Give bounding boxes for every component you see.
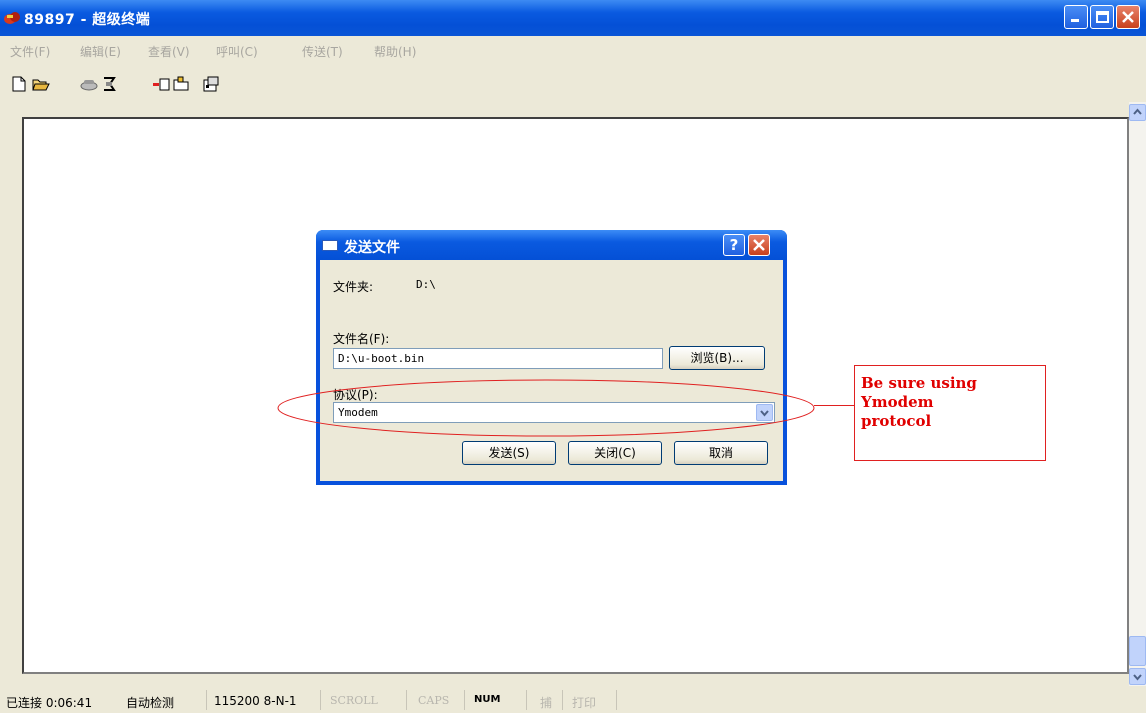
dialog-body: 文件夹: D:\ 文件名(F): D:\u-boot.bin 浏览(B)... … (320, 260, 783, 481)
status-bar: 已连接 0:06:41 自动检测 115200 8-N-1 SCROLL CAP… (0, 686, 1146, 713)
detect-status: 自动检测 (126, 696, 175, 710)
maximize-icon (1096, 11, 1109, 23)
window-icon (322, 240, 338, 251)
folder-label: 文件夹: (333, 280, 374, 294)
menu-call[interactable]: 呼叫(C) (216, 43, 258, 60)
send-file-dialog: 发送文件 ? 文件夹: D:\ 文件名(F): D:\u-boot.bin 浏览… (316, 230, 787, 485)
scroll-thumb[interactable] (1129, 636, 1146, 666)
phone-icon[interactable] (80, 76, 98, 92)
browse-button[interactable]: 浏览(B)... (669, 346, 765, 370)
status-separator (406, 690, 407, 710)
menu-file[interactable]: 文件(F) (10, 43, 50, 60)
annotation-ellipse (277, 379, 815, 437)
close-icon (753, 239, 765, 251)
capture-status: 捕 (540, 696, 553, 710)
close-dialog-button[interactable]: 关闭(C) (568, 441, 662, 465)
menu-view[interactable]: 查看(V) (148, 43, 190, 60)
chevron-down-icon (1133, 674, 1142, 681)
status-separator (320, 690, 321, 710)
annotation-connector (814, 405, 854, 406)
properties-icon[interactable] (202, 76, 220, 92)
scroll-status: SCROLL (330, 694, 378, 707)
filename-input[interactable]: D:\u-boot.bin (333, 348, 663, 369)
status-separator (562, 690, 563, 710)
annotation-text: Be sure using Ymodem protocol (861, 374, 977, 430)
new-file-icon[interactable] (10, 76, 28, 92)
menu-help[interactable]: 帮助(H) (374, 43, 416, 60)
send-icon[interactable] (152, 76, 170, 92)
disconnect-icon[interactable] (100, 76, 118, 92)
folder-value: D:\ (416, 278, 436, 291)
dialog-title: 发送文件 (344, 240, 400, 256)
baud-status: 115200 8-N-1 (214, 694, 297, 708)
hyperterminal-icon (4, 12, 20, 24)
dialog-close-button[interactable] (748, 234, 770, 256)
menu-transfer[interactable]: 传送(T) (302, 43, 343, 60)
open-folder-icon[interactable] (32, 76, 50, 92)
chevron-up-icon (1133, 108, 1142, 115)
cancel-button[interactable]: 取消 (674, 441, 768, 465)
send-button[interactable]: 发送(S) (462, 441, 556, 465)
close-button[interactable] (1116, 5, 1140, 29)
dialog-title-bar[interactable]: 发送文件 ? (316, 230, 787, 260)
minimize-icon (1071, 19, 1079, 22)
status-separator (616, 690, 617, 710)
title-bar[interactable]: 89897 - 超级终端 (0, 0, 1146, 36)
caps-status: CAPS (418, 694, 450, 707)
status-separator (206, 690, 207, 710)
close-icon (1122, 11, 1134, 23)
vertical-scrollbar[interactable] (1129, 102, 1146, 686)
status-separator (464, 690, 465, 710)
help-button[interactable]: ? (723, 234, 745, 256)
menu-bar: 文件(F) 编辑(E) 查看(V) 呼叫(C) 传送(T) 帮助(H) (0, 36, 1146, 64)
filename-label: 文件名(F): (333, 332, 390, 346)
maximize-button[interactable] (1090, 5, 1114, 29)
scroll-down-button[interactable] (1129, 668, 1146, 685)
scroll-up-button[interactable] (1129, 104, 1146, 121)
receive-icon[interactable] (172, 76, 190, 92)
minimize-button[interactable] (1064, 5, 1088, 29)
window-title: 89897 - 超级终端 (24, 12, 151, 28)
menu-edit[interactable]: 编辑(E) (80, 43, 121, 60)
connection-status: 已连接 0:06:41 (6, 696, 93, 710)
num-status: NUM (474, 694, 501, 705)
print-status: 打印 (572, 696, 597, 710)
annotation-box: Be sure using Ymodem protocol (854, 365, 1046, 461)
toolbar (0, 64, 1146, 100)
status-separator (526, 690, 527, 710)
